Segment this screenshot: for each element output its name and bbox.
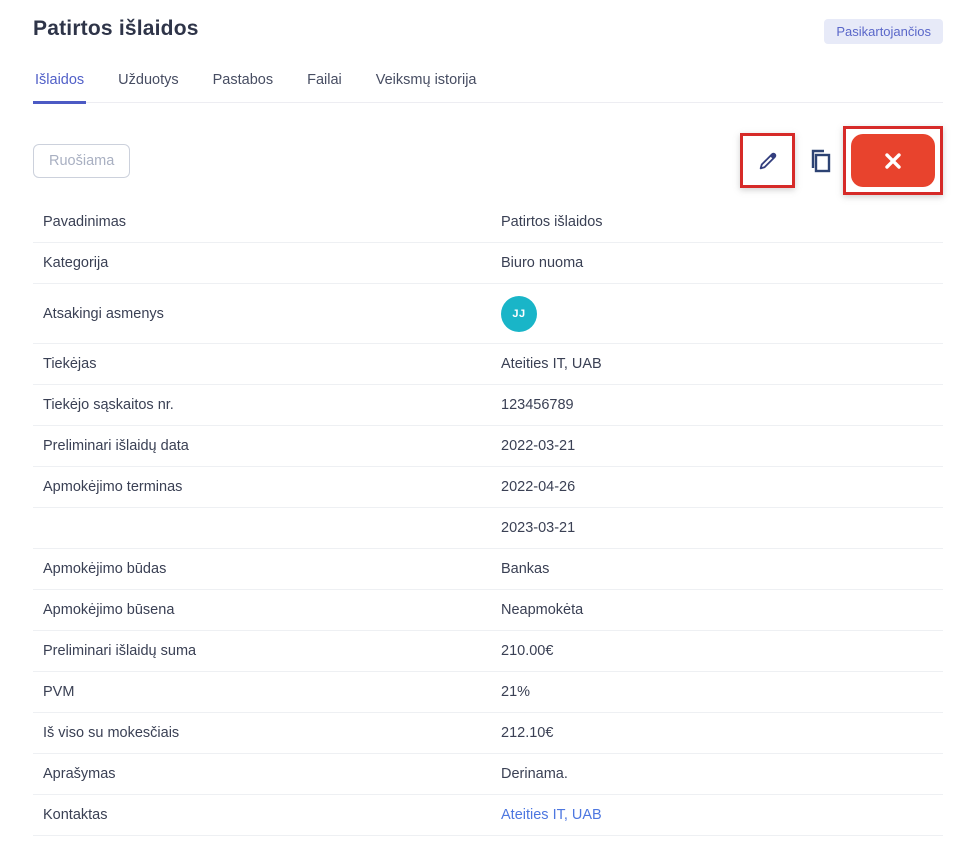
table-row: Preliminari išlaidų suma 210.00€	[33, 631, 943, 672]
row-label: Tiekėjas	[43, 356, 97, 372]
avatar[interactable]: JJ	[501, 295, 537, 332]
row-label: Apmokėjimo būsena	[43, 602, 175, 618]
details-table: Pavadinimas Patirtos išlaidos Kategorija…	[33, 202, 943, 836]
tab-failai[interactable]: Failai	[305, 72, 344, 104]
table-row: Atsakingi asmenys JJ	[33, 284, 943, 344]
table-row: PVM 21%	[33, 672, 943, 713]
toolbar: Ruošiama	[33, 125, 943, 196]
table-row: Preliminari išlaidų data 2022-03-21	[33, 426, 943, 467]
row-label: Preliminari išlaidų data	[43, 438, 189, 454]
copy-button[interactable]	[808, 147, 834, 175]
close-icon	[882, 150, 904, 172]
close-button[interactable]	[851, 134, 935, 187]
row-label: Apmokėjimo terminas	[43, 479, 183, 495]
row-value: Biuro nuoma	[501, 255, 584, 271]
tab-bar: Išlaidos Užduotys Pastabos Failai Veiksm…	[33, 72, 943, 104]
table-row: 2023-03-21	[33, 508, 943, 549]
contact-link[interactable]: Ateities IT, UAB	[501, 807, 943, 823]
row-value: 210.00€	[501, 643, 554, 659]
row-label: Preliminari išlaidų suma	[43, 643, 197, 659]
table-row: Kategorija Biuro nuoma	[33, 243, 943, 284]
row-value: Derinama.	[501, 766, 568, 782]
row-label: Tiekėjo sąskaitos nr.	[43, 397, 174, 413]
table-row: Pavadinimas Patirtos išlaidos	[33, 202, 943, 243]
table-row: Tiekėjo sąskaitos nr. 123456789	[33, 385, 943, 426]
row-label: Pavadinimas	[43, 214, 127, 230]
row-label: Apmokėjimo būdas	[43, 561, 167, 577]
row-value: 123456789	[501, 397, 574, 413]
recurring-badge: Pasikartojančios	[824, 19, 943, 44]
table-row: Kontaktas Ateities IT, UAB	[33, 795, 943, 836]
row-value: 212.10€	[501, 725, 554, 741]
close-annotation-highlight	[843, 126, 943, 195]
copy-icon	[808, 147, 834, 175]
table-row: Aprašymas Derinama.	[33, 754, 943, 795]
table-row: Apmokėjimo būdas Bankas	[33, 549, 943, 590]
tab-islaidos[interactable]: Išlaidos	[33, 72, 87, 104]
expense-detail-page: Patirtos išlaidos Pasikartojančios Išlai…	[0, 0, 972, 836]
row-value: Neapmokėta	[501, 602, 584, 618]
row-value: 2023-03-21	[501, 520, 576, 536]
tab-uzduotys[interactable]: Užduotys	[116, 72, 180, 104]
tab-pastabos[interactable]: Pastabos	[211, 72, 275, 104]
row-value: JJ	[501, 295, 943, 332]
pencil-icon	[757, 150, 779, 172]
tab-veiksmu-istorija[interactable]: Veiksmų istorija	[374, 72, 479, 104]
row-label: Atsakingi asmenys	[43, 305, 164, 322]
table-row: Tiekėjas Ateities IT, UAB	[33, 344, 943, 385]
edit-annotation-highlight	[740, 133, 795, 188]
row-value: Patirtos išlaidos	[501, 214, 603, 230]
table-row: Iš viso su mokesčiais 212.10€	[33, 713, 943, 754]
row-label: Kategorija	[43, 255, 109, 271]
status-button[interactable]: Ruošiama	[33, 143, 131, 178]
row-label: Kontaktas	[43, 807, 108, 823]
row-label: Iš viso su mokesčiais	[43, 725, 180, 741]
table-row: Apmokėjimo terminas 2022-04-26	[33, 467, 943, 508]
row-value: Bankas	[501, 561, 550, 577]
row-label: Aprašymas	[43, 766, 116, 782]
row-value: Ateities IT, UAB	[501, 356, 602, 372]
row-label: PVM	[43, 684, 75, 700]
page-title: Patirtos išlaidos	[33, 17, 199, 40]
edit-button[interactable]	[757, 150, 779, 172]
row-value: 21%	[501, 684, 531, 700]
row-value: 2022-04-26	[501, 479, 576, 495]
page-header: Patirtos išlaidos Pasikartojančios	[33, 17, 943, 44]
row-value: 2022-03-21	[501, 438, 576, 454]
table-row: Apmokėjimo būsena Neapmokėta	[33, 590, 943, 631]
